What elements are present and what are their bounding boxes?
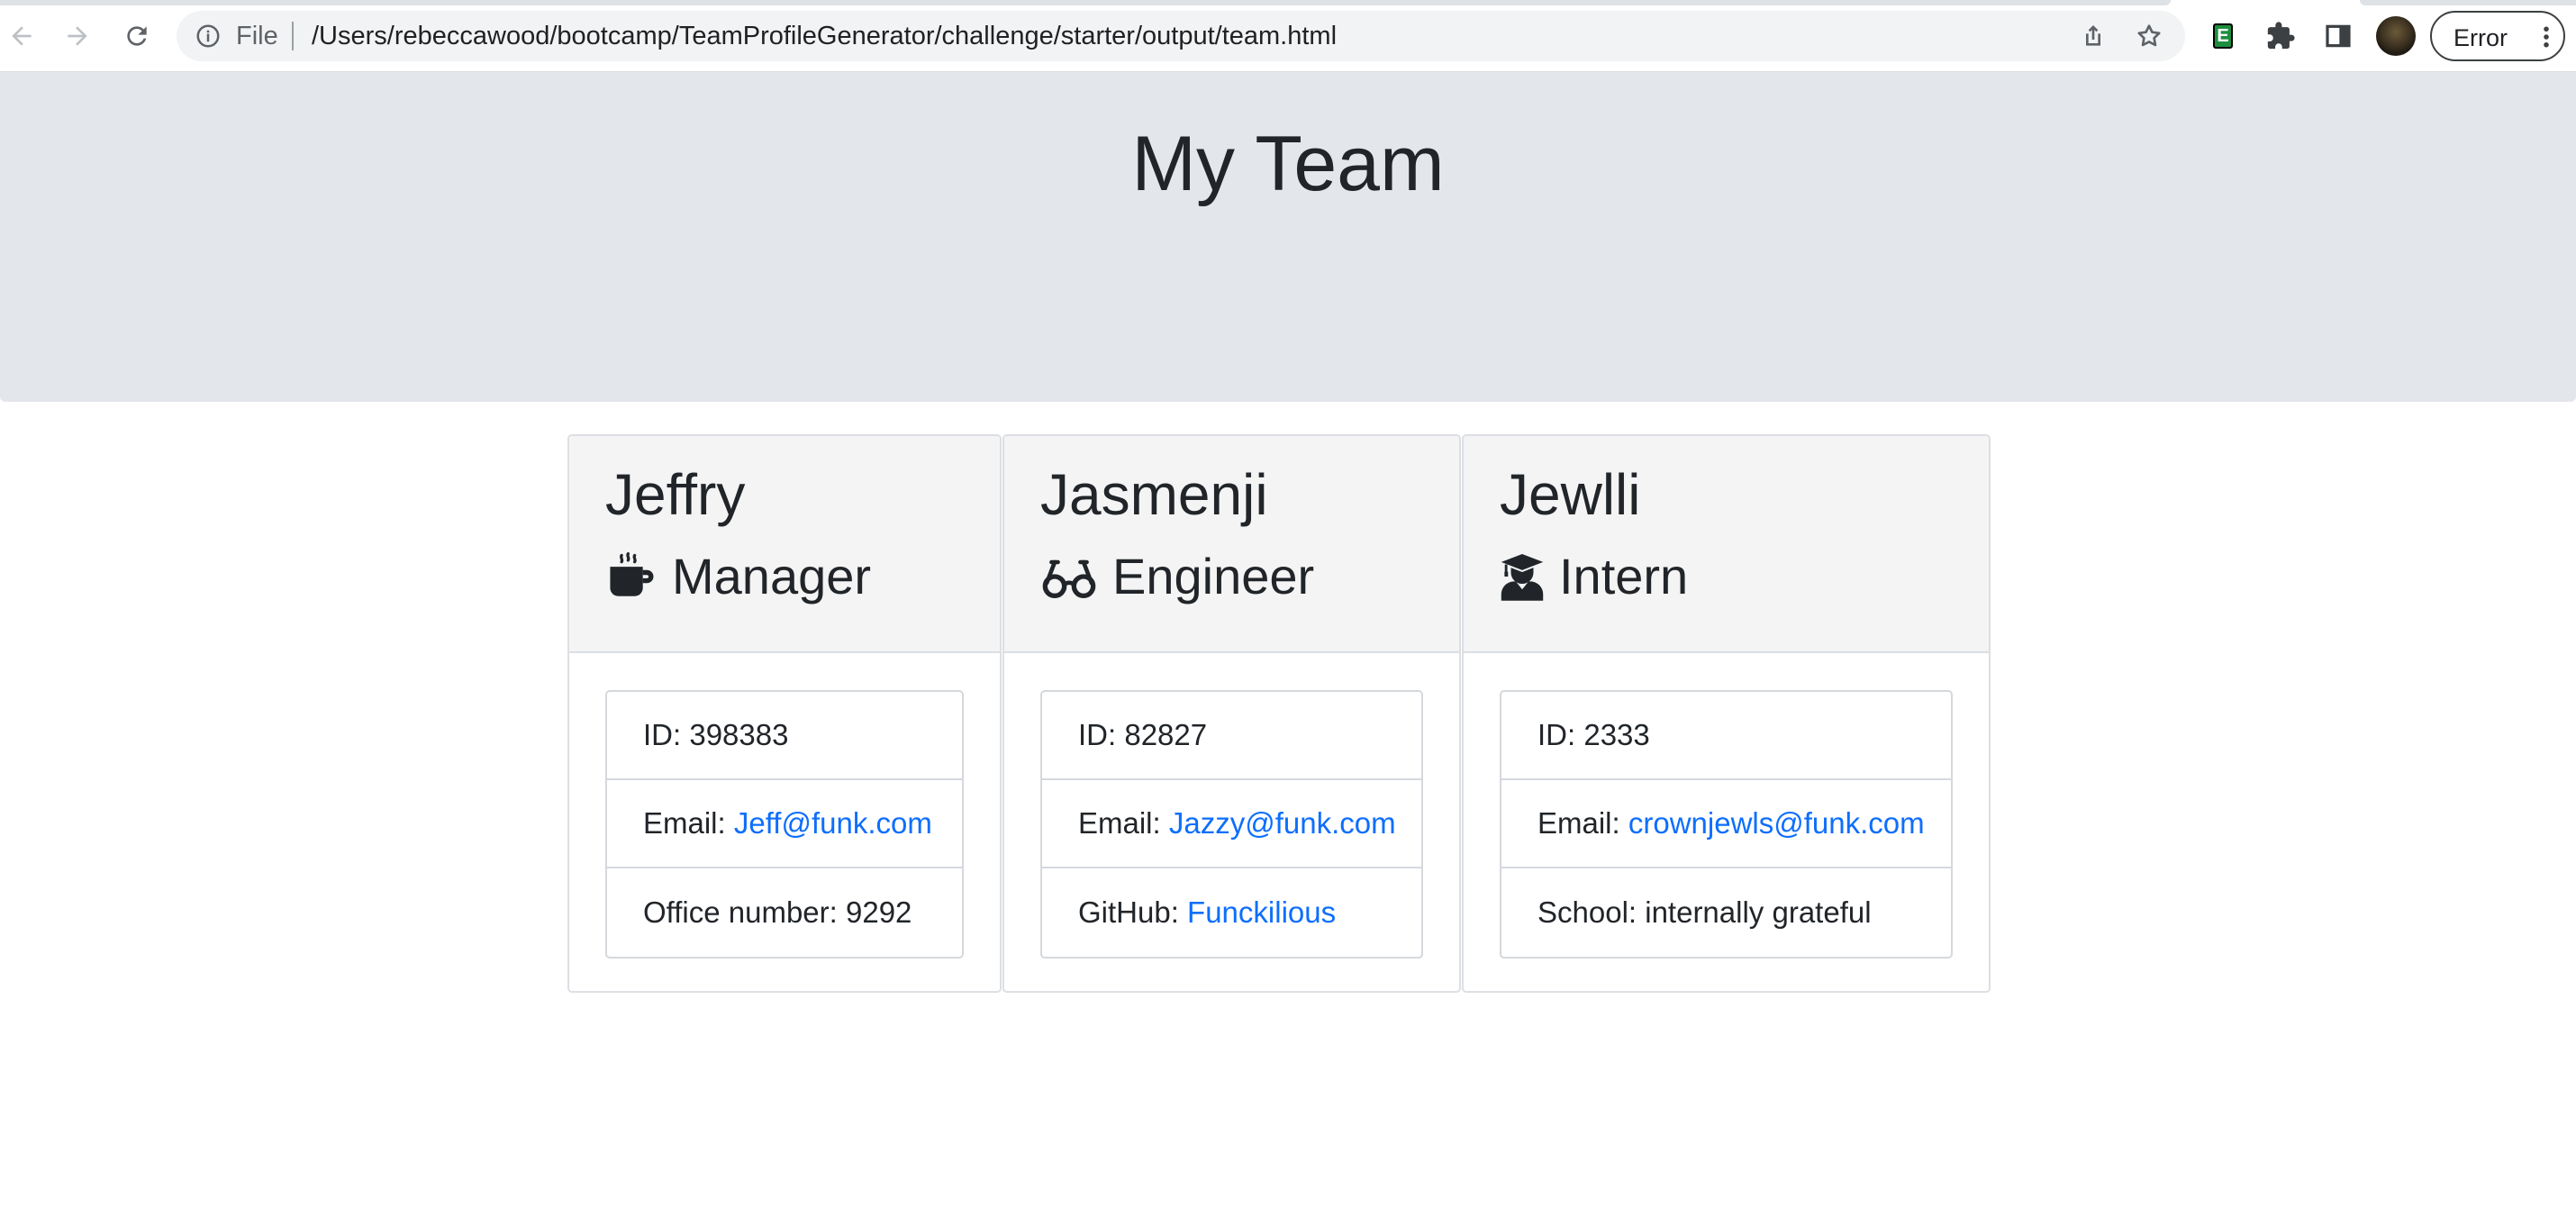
employee-role: Manager [605,546,871,607]
card-header: Jeffry Manager [569,436,1000,653]
employee-card-engineer: Jasmenji Engineer ID: 82827 Email: Jazzy… [1002,434,1461,993]
browser-toolbar: File /Users/rebeccawood/bootcamp/TeamPro… [0,0,2576,72]
tab-strip-edge-right [2360,0,2576,5]
card-header: Jasmenji Engineer [1004,436,1459,653]
graduate-icon [1500,550,1545,603]
role-label: Intern [1559,548,1689,604]
employee-email: Email: Jeff@funk.com [607,780,962,868]
email-link[interactable]: Jazzy@funk.com [1169,806,1396,841]
employee-name: Jeffry [605,462,746,527]
email-label: Email: [643,806,734,840]
page-title: My Team [1131,121,1445,207]
card-header: Jewlli Intern [1464,436,1989,653]
share-icon[interactable] [2079,22,2108,50]
employee-role: Intern [1500,546,1688,607]
extension-e-icon: E [2213,23,2233,49]
back-icon [12,26,32,46]
extensions-button[interactable] [2263,18,2299,54]
glasses-icon [1040,550,1098,603]
employee-github: GitHub: Funckilious [1042,868,1421,957]
email-label: Email: [1078,806,1169,840]
role-label: Manager [672,548,872,604]
id-text: ID: 2333 [1537,718,1650,751]
mug-hot-icon [605,550,658,603]
reload-button[interactable] [117,16,157,56]
bookmark-star-icon[interactable] [2135,22,2163,50]
error-label: Error [2454,24,2508,51]
forward-icon [68,26,87,46]
url-text[interactable]: /Users/rebeccawood/bootcamp/TeamProfileG… [312,22,1337,50]
office-number-text: Office number: 9292 [643,895,912,929]
omnibox-separator [292,22,294,50]
employee-card-manager: Jeffry Manager ID: 398383 Email: Jeff@fu… [567,434,1002,993]
email-link[interactable]: Jeff@funk.com [734,806,932,841]
email-link[interactable]: crownjewls@funk.com [1628,806,1925,841]
employee-details-list: ID: 82827 Email: Jazzy@funk.com GitHub: … [1040,690,1423,959]
github-link[interactable]: Funckilious [1187,895,1336,930]
employee-school: School: internally grateful [1501,868,1951,957]
github-label: GitHub: [1078,895,1188,929]
side-panel-icon [2326,24,2351,48]
id-text: ID: 82827 [1078,718,1208,751]
back-button[interactable] [2,16,41,56]
id-text: ID: 398383 [643,718,789,751]
employee-id: ID: 2333 [1501,692,1951,780]
employee-id: ID: 398383 [607,692,962,780]
employee-details-list: ID: 2333 Email: crownjewls@funk.com Scho… [1500,690,1953,959]
employee-role: Engineer [1040,546,1314,607]
tab-strip-edge [0,0,2171,5]
info-icon[interactable] [195,23,222,50]
role-label: Engineer [1112,548,1315,604]
forward-button[interactable] [58,16,97,56]
employee-name: Jewlli [1500,462,1641,527]
profile-error-button[interactable]: Error [2430,11,2565,61]
employee-details-list: ID: 398383 Email: Jeff@funk.com Office n… [605,690,964,959]
address-bar[interactable]: File /Users/rebeccawood/bootcamp/TeamPro… [177,11,2185,61]
employee-email: Email: Jazzy@funk.com [1042,780,1421,868]
puzzle-icon [2267,22,2295,50]
avatar[interactable] [2376,16,2416,56]
kebab-menu-icon[interactable] [2533,23,2560,50]
scheme-label: File [236,22,278,50]
email-label: Email: [1537,806,1628,840]
school-text: School: internally grateful [1537,895,1872,929]
employee-name: Jasmenji [1040,462,1268,527]
side-panel-button[interactable] [2320,18,2356,54]
reload-icon [127,26,147,46]
extension-e-button[interactable]: E [2205,18,2241,54]
employee-card-intern: Jewlli Intern ID: 2333 Email: crownjewls… [1462,434,1991,993]
employee-id: ID: 82827 [1042,692,1421,780]
employee-office-number: Office number: 9292 [607,868,962,957]
employee-email: Email: crownjewls@funk.com [1501,780,1951,868]
